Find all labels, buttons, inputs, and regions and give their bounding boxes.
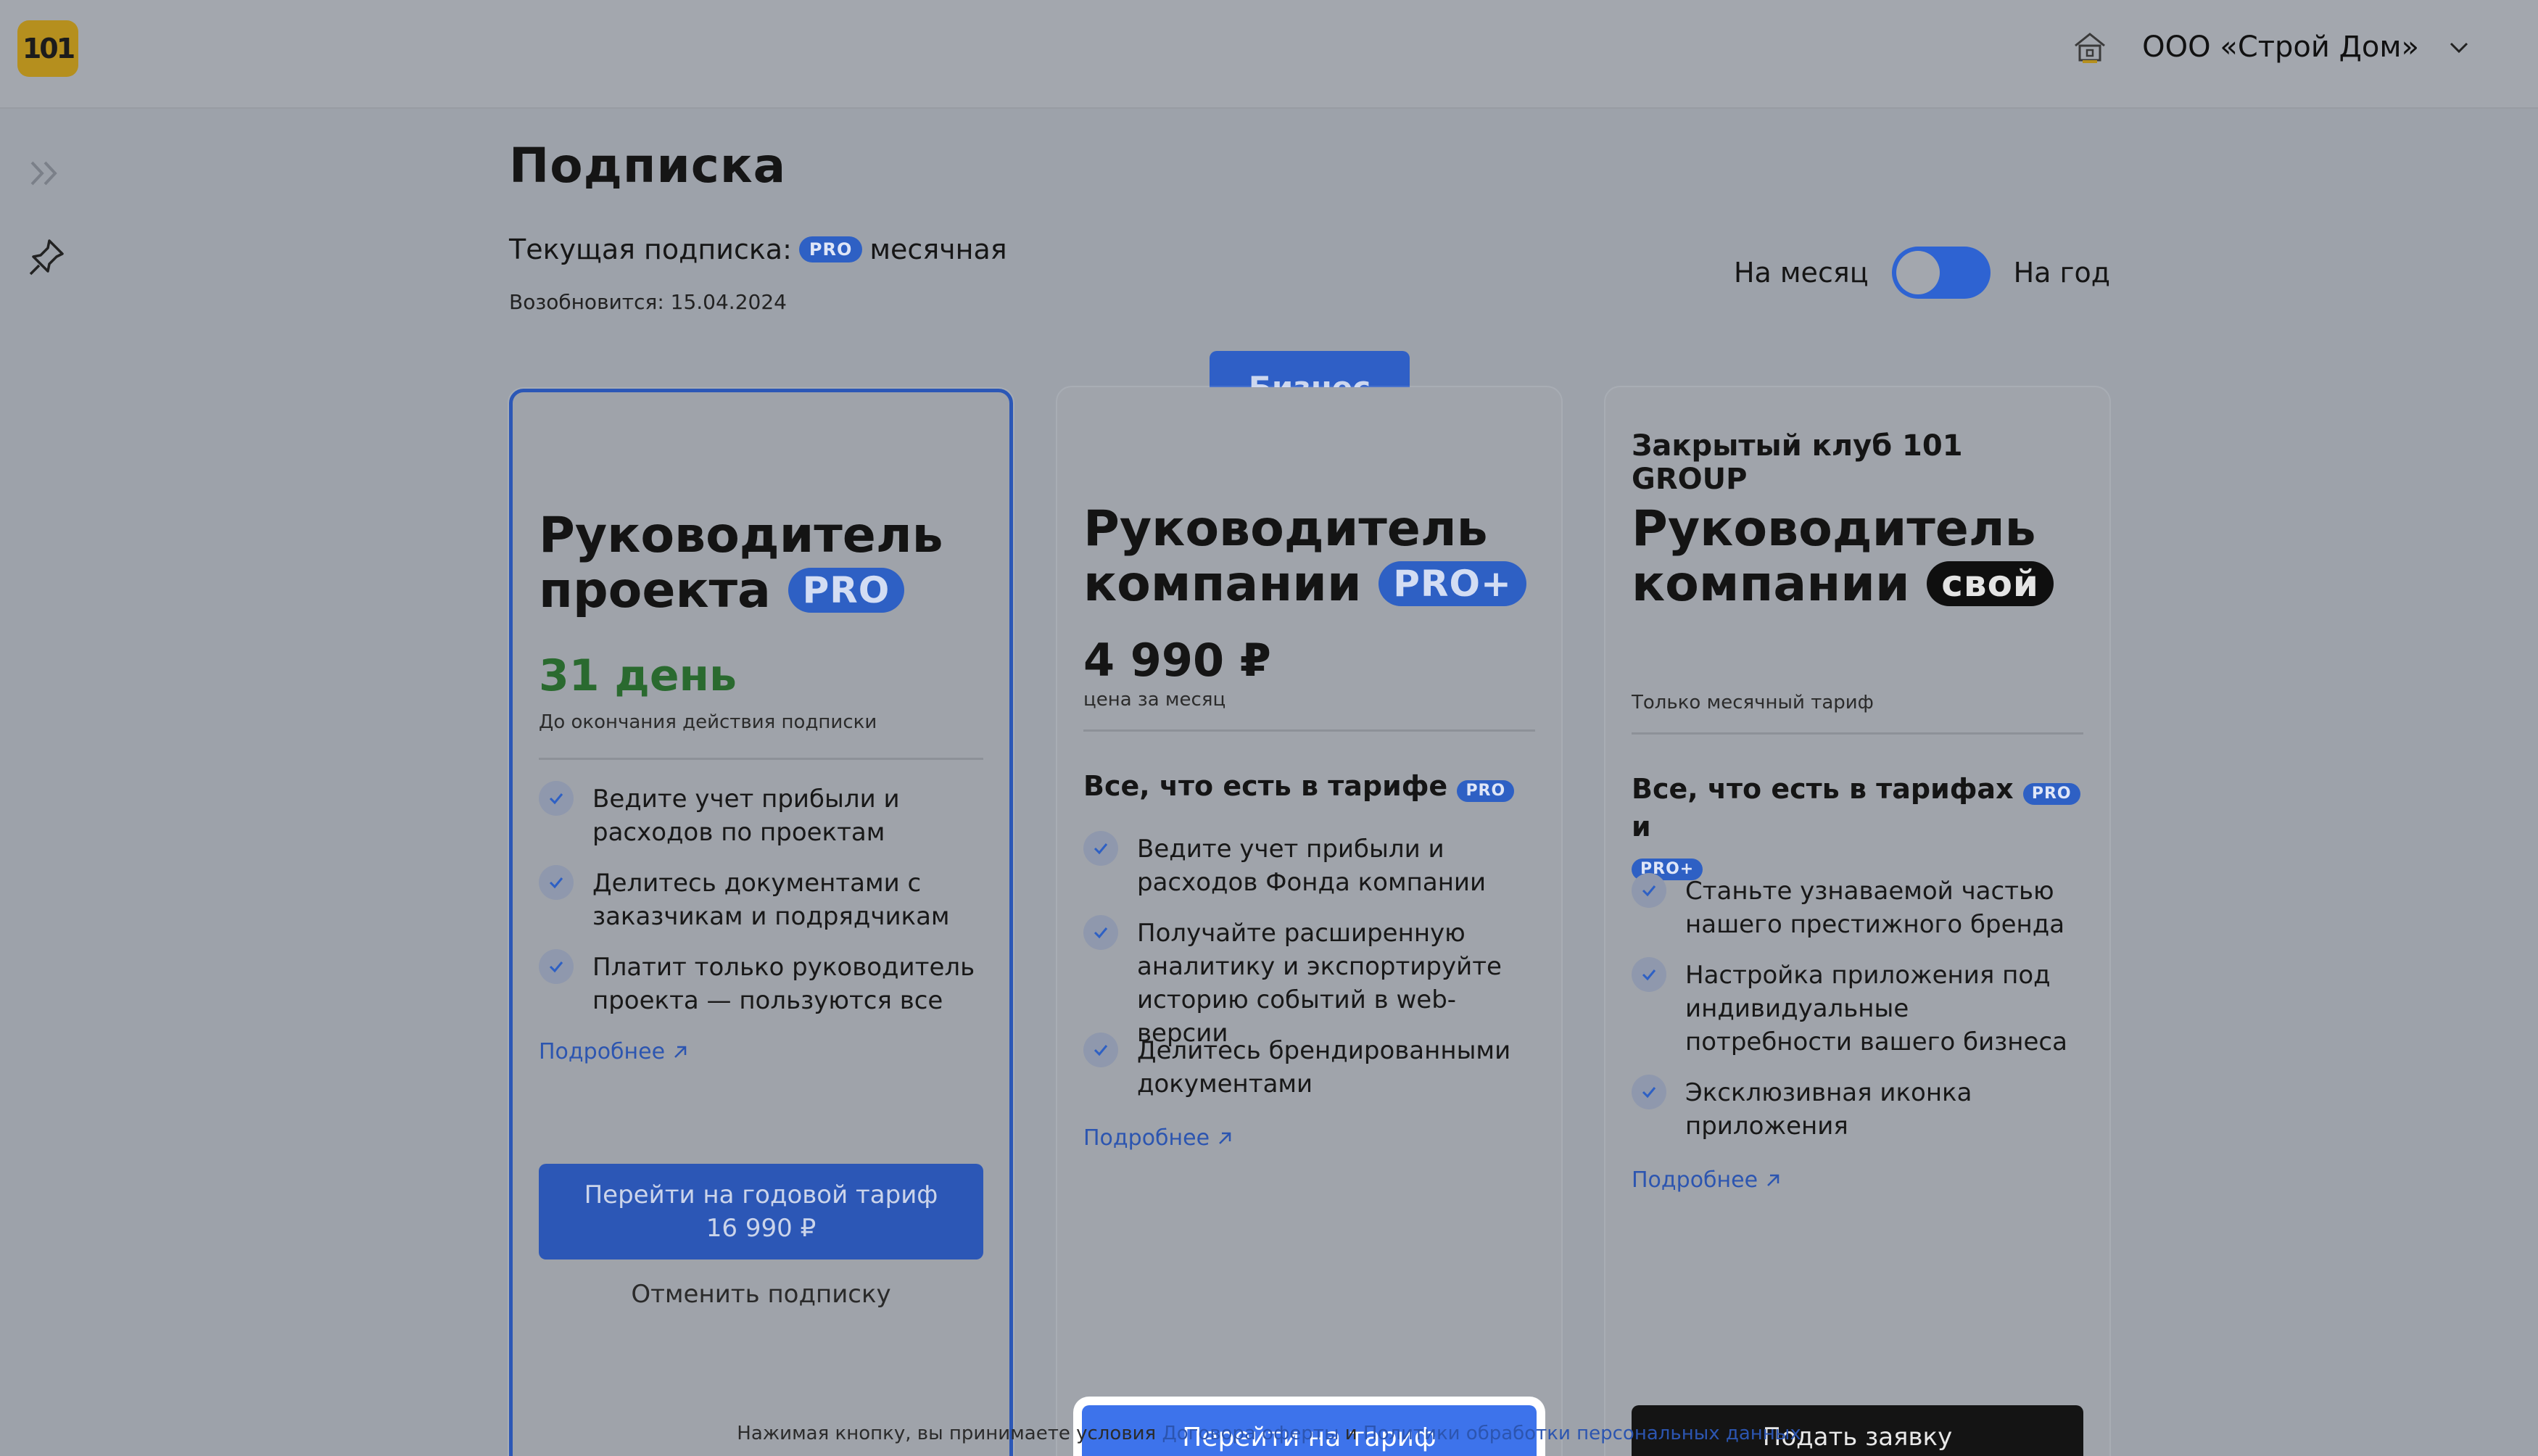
arrow-up-right-icon xyxy=(1767,1174,1780,1186)
club-title: Закрытый клуб 101 GROUP xyxy=(1632,429,1963,496)
feature-text: Делитесь документами с заказчикам и подр… xyxy=(592,869,950,931)
switch-to-yearly-button[interactable]: Перейти на годовой тариф 16 990 ₽ xyxy=(539,1164,983,1259)
plan-title-line1: Руководитель xyxy=(1083,500,1488,558)
pro-badge: PRO xyxy=(798,236,863,262)
company-selector[interactable]: ООО «Строй Дом» xyxy=(2071,28,2473,67)
offer-agreement-link[interactable]: Договора оферты xyxy=(1162,1423,1339,1444)
plan-card-company-pro-plus: Руководитель компании PRO+ 4 990 ₽ цена … xyxy=(1057,387,1561,1456)
current-subscription-label: Текущая подписка: xyxy=(509,233,792,265)
feature-item: Делитесь документами с заказчикам и подр… xyxy=(539,865,983,933)
feature-text: Платит только руководитель проекта — пол… xyxy=(592,953,975,1015)
check-icon xyxy=(1083,1033,1118,1067)
subscription-page: Подписка Текущая подписка: PRO месячная … xyxy=(509,138,2110,1456)
year-button-label: Перейти на годовой тариф xyxy=(584,1180,938,1209)
current-subscription-period: месячная xyxy=(869,233,1007,265)
divider xyxy=(539,758,983,760)
feature-item: Получайте расширенную аналитику и экспор… xyxy=(1083,915,1535,1050)
cancel-subscription-button[interactable]: Отменить подписку xyxy=(539,1273,983,1316)
custom-tag: свой xyxy=(1927,561,2054,606)
days-left: 31 день xyxy=(539,650,737,701)
plan-title-line2: компании свой xyxy=(1632,557,2054,612)
pro-plus-tag: PRO+ xyxy=(1378,561,1526,606)
top-bar: 101 ООО «Строй Дом» xyxy=(0,0,2538,109)
plan-card-company-custom: Закрытый клуб 101 GROUP Руководитель ком… xyxy=(1605,387,2109,1456)
check-icon xyxy=(1083,831,1118,866)
privacy-policy-link[interactable]: Политики обработки персональных данных xyxy=(1363,1423,1801,1444)
feature-text: Ведите учет прибыли и расходов по проект… xyxy=(592,785,900,847)
features-heading-text: Все, что есть в тарифе xyxy=(1083,770,1448,802)
plan-title: Руководитель проекта PRO xyxy=(539,508,943,619)
expand-sidebar-icon[interactable] xyxy=(28,155,64,191)
arrow-up-right-icon xyxy=(1219,1132,1231,1144)
house-icon xyxy=(2075,33,2106,63)
feature-item: Ведите учет прибыли и расходов Фонда ком… xyxy=(1083,831,1535,899)
monthly-label[interactable]: На месяц xyxy=(1734,257,1869,289)
feature-text: Получайте расширенную аналитику и экспор… xyxy=(1137,919,1502,1048)
plan-title-line2: компании PRO+ xyxy=(1083,557,1526,612)
plan-title-word: компании xyxy=(1083,555,1362,613)
feature-text: Делитесь брендированными документами xyxy=(1137,1036,1511,1099)
more-link-label: Подробнее xyxy=(539,1039,666,1064)
billing-toggle[interactable] xyxy=(1891,247,1991,299)
features-heading: Все, что есть в тарифах PRO и PRO+ xyxy=(1632,770,2083,883)
feature-text: Эксклюзивная иконка приложения xyxy=(1685,1078,1972,1141)
app-logo[interactable]: 101 xyxy=(17,20,78,77)
price-note: цена за месяц xyxy=(1083,689,1226,711)
plan-card-project-pro: Руководитель проекта PRO 31 день До окон… xyxy=(509,389,1013,1456)
plan-price: 4 990 ₽ xyxy=(1083,634,1271,687)
page-title: Подписка xyxy=(509,138,787,194)
check-icon xyxy=(1083,915,1118,950)
plan-title: Руководитель компании PRO+ xyxy=(1083,502,1526,612)
chevron-down-icon xyxy=(2450,42,2468,54)
features-heading-and: и xyxy=(1632,811,1651,843)
terms-footer: Нажимая кнопку, вы принимаете условия До… xyxy=(0,1423,2538,1444)
feature-text: Настройка приложения под индивидуальные … xyxy=(1685,961,2067,1056)
check-icon xyxy=(539,949,574,984)
pro-tag: PRO xyxy=(788,568,905,613)
company-name: ООО «Строй Дом» xyxy=(2142,30,2419,64)
check-icon xyxy=(1632,1075,1666,1109)
features-heading: Все, что есть в тарифе PRO xyxy=(1083,767,1535,805)
current-subscription: Текущая подписка: PRO месячная xyxy=(509,233,1007,265)
feature-item: Платит только руководитель проекта — пол… xyxy=(539,949,983,1017)
plan-title-line2: проекта PRO xyxy=(539,563,943,619)
plan-title-line1: Руководитель xyxy=(539,507,943,564)
more-link[interactable]: Подробнее xyxy=(1632,1167,1782,1193)
pin-icon[interactable] xyxy=(28,236,67,277)
feature-item: Станьте узнаваемой частью нашего престиж… xyxy=(1632,873,2083,941)
plan-title-word: проекта xyxy=(539,562,771,619)
more-link[interactable]: Подробнее xyxy=(539,1039,690,1064)
pro-badge: PRO xyxy=(1457,780,1515,802)
feature-text: Станьте узнаваемой частью нашего престиж… xyxy=(1685,877,2065,939)
check-icon xyxy=(539,781,574,816)
more-link-label: Подробнее xyxy=(1083,1125,1210,1151)
check-icon xyxy=(539,865,574,900)
feature-text: Ведите учет прибыли и расходов Фонда ком… xyxy=(1137,835,1487,897)
pro-badge: PRO xyxy=(2022,783,2080,805)
divider xyxy=(1083,729,1535,732)
billing-period-switch: На месяц На год xyxy=(1734,247,2110,299)
feature-item: Эксклюзивная иконка приложения xyxy=(1632,1075,2083,1143)
monthly-only-note: Только месячный тариф xyxy=(1632,692,1874,713)
feature-item: Настройка приложения под индивидуальные … xyxy=(1632,957,2083,1059)
feature-item: Делитесь брендированными документами xyxy=(1083,1033,1535,1101)
toggle-knob xyxy=(1896,251,1940,294)
check-icon xyxy=(1632,957,1666,992)
plan-title-line1: Руководитель xyxy=(1632,500,2036,558)
feature-item: Ведите учет прибыли и расходов по проект… xyxy=(539,781,983,849)
days-left-note: До окончания действия подписки xyxy=(539,711,877,733)
divider xyxy=(1632,732,2083,735)
footer-text-and: и xyxy=(1344,1423,1357,1444)
plan-title-word: компании xyxy=(1632,555,1910,613)
plan-title: Руководитель компании свой xyxy=(1632,502,2054,612)
arrow-up-right-icon xyxy=(674,1046,687,1058)
more-link-label: Подробнее xyxy=(1632,1167,1758,1193)
yearly-label[interactable]: На год xyxy=(2014,257,2110,289)
year-button-price: 16 990 ₽ xyxy=(706,1214,817,1243)
more-link[interactable]: Подробнее xyxy=(1083,1125,1234,1151)
check-icon xyxy=(1632,873,1666,908)
footer-text: Нажимая кнопку, вы принимаете условия xyxy=(737,1423,1157,1444)
renew-date: Возобновится: 15.04.2024 xyxy=(509,290,787,314)
features-heading-text: Все, что есть в тарифах xyxy=(1632,773,2014,805)
